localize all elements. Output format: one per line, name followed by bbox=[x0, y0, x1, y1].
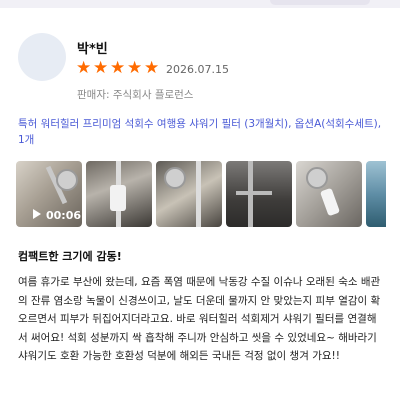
review-photo-thumbnail[interactable] bbox=[86, 161, 152, 227]
review-photo-thumbnail[interactable] bbox=[226, 161, 292, 227]
review-title: 컴팩트한 크기에 감동! bbox=[18, 250, 122, 263]
shower-shelf bbox=[236, 191, 272, 195]
product-option-link[interactable]: 특허 워터힐러 프리미엄 석회수 여행용 샤워기 필터 (3개월치), 옵션A(… bbox=[18, 116, 388, 148]
review-photo-thumbnail[interactable] bbox=[156, 161, 222, 227]
review-date: 2026.07.15 bbox=[166, 63, 229, 76]
rating-stars: ★ ★ ★ ★ ★ bbox=[76, 58, 160, 78]
star-icon: ★ bbox=[144, 58, 160, 78]
shower-pipe bbox=[196, 161, 201, 227]
avatar bbox=[18, 33, 66, 81]
photo-strip: 00:06 bbox=[16, 161, 386, 227]
review-photo-thumbnail[interactable] bbox=[366, 161, 386, 227]
star-icon: ★ bbox=[110, 58, 126, 78]
video-duration: 00:06 bbox=[46, 209, 82, 222]
review-photo-thumbnail[interactable] bbox=[296, 161, 362, 227]
shower-head bbox=[306, 167, 328, 189]
star-icon: ★ bbox=[93, 58, 109, 78]
review-video-thumbnail[interactable]: 00:06 bbox=[16, 161, 82, 227]
star-icon: ★ bbox=[76, 58, 92, 78]
shower-filter bbox=[110, 185, 126, 211]
top-strip-pill bbox=[270, 0, 370, 5]
review-body: 여름 휴가로 부산에 왔는데, 요즘 폭염 때문에 낙동강 수질 이슈나 오래된… bbox=[18, 276, 381, 362]
top-strip bbox=[0, 0, 400, 8]
shower-head bbox=[56, 169, 78, 191]
shower-filter bbox=[319, 187, 341, 217]
shower-head bbox=[164, 167, 186, 189]
star-icon: ★ bbox=[127, 58, 143, 78]
reviewer-name: 박*빈 bbox=[77, 42, 108, 57]
play-icon[interactable] bbox=[33, 209, 41, 219]
seller-label: 판매자: 주식회사 플로런스 bbox=[77, 89, 194, 101]
